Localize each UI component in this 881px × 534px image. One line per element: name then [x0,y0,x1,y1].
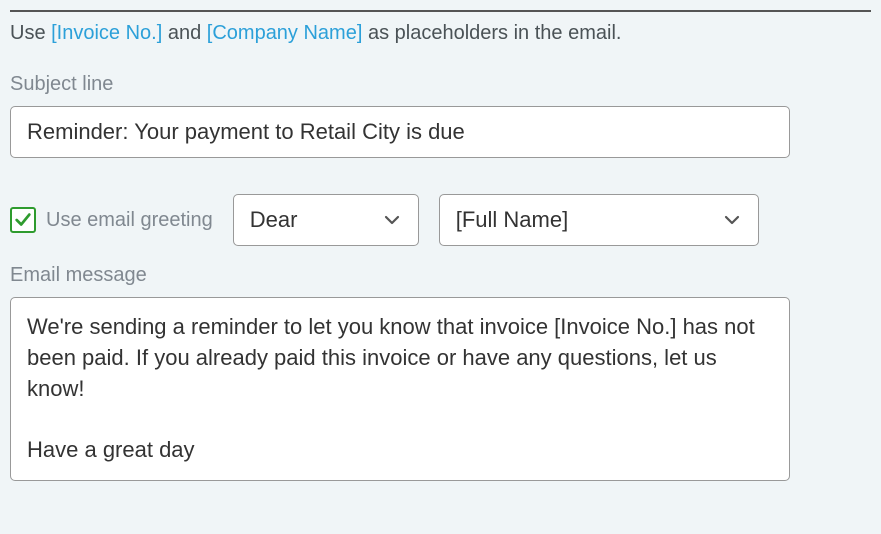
chevron-down-icon [722,210,742,230]
hint-prefix: Use [10,22,51,44]
hint-suffix: as placeholders in the email. [362,22,621,44]
company-name-placeholder[interactable]: [Company Name] [207,22,363,44]
name-token-select[interactable]: [Full Name] [439,194,759,246]
salutation-value: Dear [250,207,298,233]
placeholder-hint: Use [Invoice No.] and [Company Name] as … [10,12,871,55]
message-label: Email message [10,264,871,287]
hint-mid: and [162,22,206,44]
greeting-checkbox-wrap: Use email greeting [10,207,213,233]
invoice-no-placeholder[interactable]: [Invoice No.] [51,22,162,44]
subject-label: Subject line [10,73,871,96]
email-message-textarea[interactable]: We're sending a reminder to let you know… [10,297,790,481]
checkmark-icon [14,211,32,229]
use-greeting-checkbox[interactable] [10,207,36,233]
subject-input[interactable] [10,106,790,158]
greeting-checkbox-label: Use email greeting [46,209,213,232]
salutation-select[interactable]: Dear [233,194,419,246]
email-reminder-form: Use [Invoice No.] and [Company Name] as … [10,10,871,481]
name-token-value: [Full Name] [456,207,568,233]
greeting-row: Use email greeting Dear [Full Name] [10,194,871,246]
chevron-down-icon [382,210,402,230]
